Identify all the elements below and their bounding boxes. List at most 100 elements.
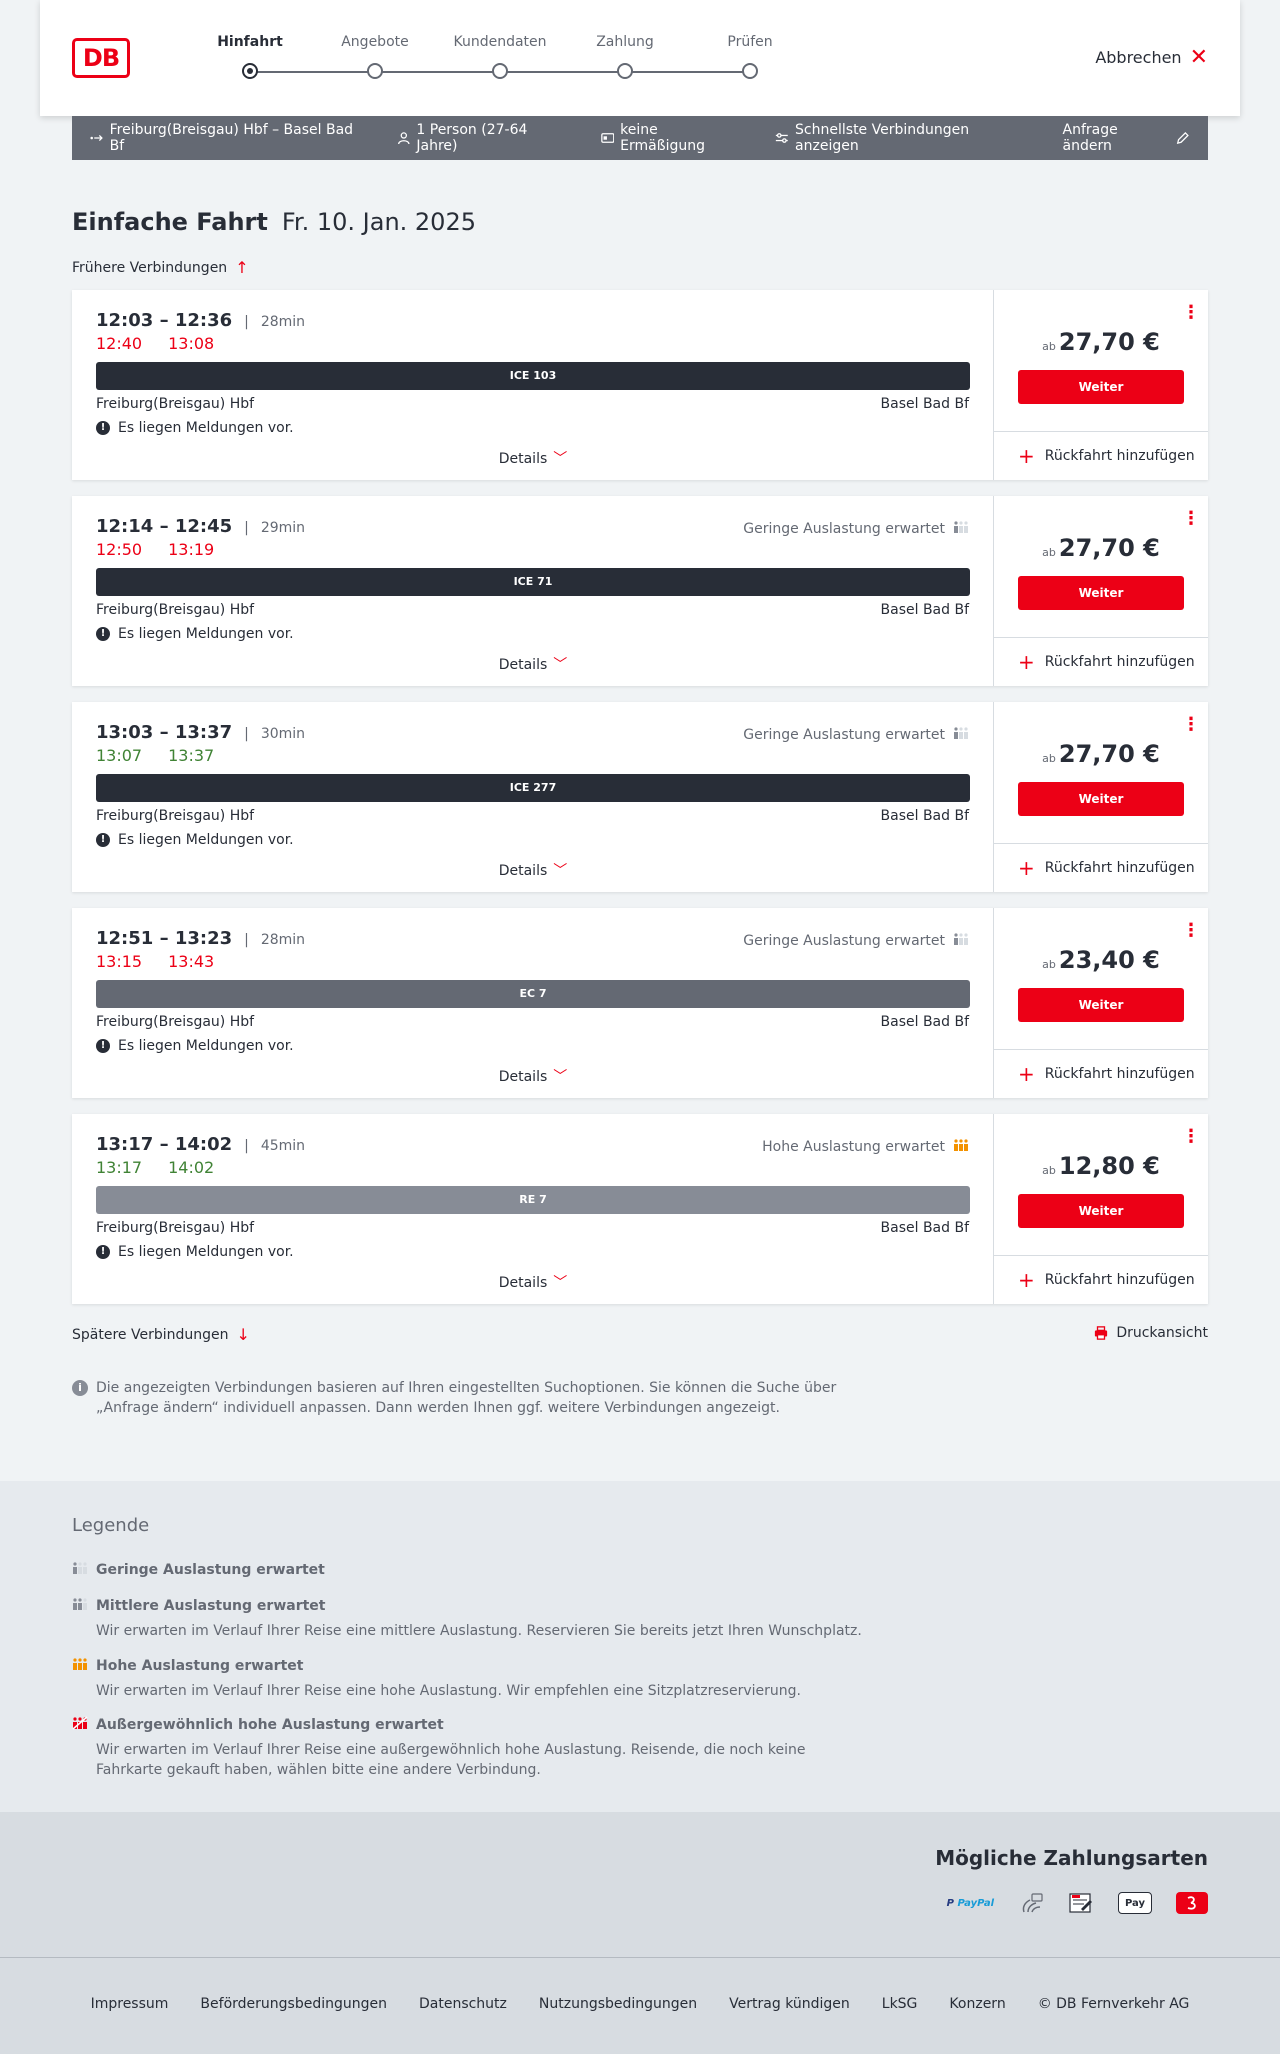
footer-link[interactable]: Beförderungsbedingungen <box>200 1996 387 2012</box>
footer-links: Impressum Beförderungsbedingungen Datensch… <box>0 1996 1280 2012</box>
info-note: i Die angezeigten Verbindungen basieren … <box>72 1378 852 1418</box>
close-icon: ✕ <box>1189 44 1208 70</box>
separator: | <box>244 314 249 330</box>
legend-item-low: Geringe Auslastung erwartet <box>72 1561 872 1579</box>
origin-station: Freiburg(Breisgau) Hbf <box>96 1220 255 1236</box>
apple-pay-icon: Pay <box>1118 1892 1152 1914</box>
notice: ! Es liegen Meldungen vor. <box>96 1038 294 1054</box>
realtime-departure: 12:40 <box>96 334 143 353</box>
person-icon <box>397 132 410 145</box>
price-panel: ⋮ ab 23,40 € Weiter + Rückfahrt hinzufügen <box>994 908 1208 1098</box>
connection-details[interactable]: 13:03 – 13:37 | 30min 13:07 13:37 Geringe Aus… <box>72 702 994 892</box>
footer-link: © DB Fernverkehr AG <box>1037 1996 1190 2012</box>
realtime-times: 12:50 13:19 <box>96 540 214 559</box>
chevron-down-icon: ﹀ <box>553 451 568 467</box>
credit-card-icon <box>1018 1892 1044 1914</box>
more-options-icon[interactable]: ⋮ <box>1182 1128 1200 1146</box>
add-return-button[interactable]: + Rückfahrt hinzufügen <box>994 431 1208 480</box>
continue-button[interactable]: Weiter <box>1018 370 1184 404</box>
low-load-icon <box>72 1561 88 1579</box>
legend-section: Legende Geringe Auslastung erwartet Mitt… <box>0 1481 1280 1812</box>
continue-button[interactable]: Weiter <box>1018 1194 1184 1228</box>
duration: 45min <box>260 1138 306 1154</box>
chevron-down-icon: ﹀ <box>553 1275 568 1291</box>
legend-item-medium: Mittlere Auslastung erwartet Wir erwarte… <box>72 1597 872 1641</box>
price-panel: ⋮ ab 27,70 € Weiter + Rückfahrt hinzufügen <box>994 290 1208 480</box>
plus-icon: + <box>1018 1062 1035 1086</box>
continue-button[interactable]: Weiter <box>1018 988 1184 1022</box>
legend-item-high: Hohe Auslastung erwartet Wir erwarten im… <box>72 1657 872 1701</box>
details-toggle[interactable]: Details ﹀ <box>72 1066 994 1086</box>
connection-card: 13:17 – 14:02 | 45min 13:17 14:02 Hohe Auslas… <box>72 1114 1208 1304</box>
connection-details[interactable]: 12:51 – 13:23 | 28min 13:15 13:43 Geringe Aus… <box>72 908 994 1098</box>
continue-button[interactable]: Weiter <box>1018 576 1184 610</box>
realtime-arrival: 13:37 <box>168 746 215 765</box>
realtime-departure: 12:50 <box>96 540 143 559</box>
realtime-times: 13:07 13:37 <box>96 746 214 765</box>
price: ab 27,70 € <box>1042 740 1160 768</box>
alert-icon: ! <box>96 1245 110 1259</box>
add-return-button[interactable]: + Rückfahrt hinzufügen <box>994 1049 1208 1098</box>
duration: 28min <box>260 932 306 948</box>
details-toggle[interactable]: Details ﹀ <box>72 654 994 674</box>
connection-details[interactable]: 12:14 – 12:45 | 29min 12:50 13:19 Geringe Aus… <box>72 496 994 686</box>
realtime-departure: 13:07 <box>96 746 143 765</box>
step-zahlung: Zahlung <box>570 34 680 79</box>
connection-details[interactable]: 12:03 – 12:36 | 28min 12:40 13:08 ICE 103 Frei… <box>72 290 994 480</box>
footer-link[interactable]: Konzern <box>949 1996 1005 2012</box>
add-return-button[interactable]: + Rückfahrt hinzufügen <box>994 1255 1208 1304</box>
step-dot <box>367 63 383 79</box>
train-bar: ICE 71 <box>96 568 970 596</box>
filter-icon <box>776 133 789 143</box>
destination-station: Basel Bad Bf <box>880 1014 969 1030</box>
more-options-icon[interactable]: ⋮ <box>1182 716 1200 734</box>
add-return-button[interactable]: + Rückfahrt hinzufügen <box>994 637 1208 686</box>
separator: | <box>244 1138 249 1154</box>
step-dot <box>492 63 508 79</box>
realtime-times: 12:40 13:08 <box>96 334 214 353</box>
realtime-arrival: 13:19 <box>168 540 215 559</box>
more-options-icon[interactable]: ⋮ <box>1182 304 1200 322</box>
step-kundendaten: Kundendaten <box>445 34 555 79</box>
earlier-connections-link[interactable]: Frühere Verbindungen ↑ <box>72 258 249 277</box>
realtime-departure: 13:15 <box>96 952 143 971</box>
page-title: Einfache Fahrt Fr. 10. Jan. 2025 <box>72 208 476 236</box>
notice: ! Es liegen Meldungen vor. <box>96 832 294 848</box>
printer-icon <box>1095 1326 1108 1340</box>
payment-title: Mögliche Zahlungsarten <box>935 1846 1208 1870</box>
details-toggle[interactable]: Details ﹀ <box>72 1272 994 1292</box>
connection-details[interactable]: 13:17 – 14:02 | 45min 13:17 14:02 Hohe Auslas… <box>72 1114 994 1304</box>
more-options-icon[interactable]: ⋮ <box>1182 922 1200 940</box>
load-indicator: Geringe Auslastung erwartet <box>743 520 969 538</box>
step-pruefen: Prüfen <box>695 34 805 79</box>
add-return-button[interactable]: + Rückfahrt hinzufügen <box>994 843 1208 892</box>
details-toggle[interactable]: Details ﹀ <box>72 860 994 880</box>
footer-link[interactable]: Vertrag kündigen <box>729 1996 850 2012</box>
cancel-button[interactable]: Abbrechen ✕ <box>1095 44 1208 70</box>
continue-button[interactable]: Weiter <box>1018 782 1184 816</box>
footer-link[interactable]: LkSG <box>882 1996 918 2012</box>
db-logo[interactable]: DB <box>72 38 130 78</box>
footer-link[interactable]: Datenschutz <box>419 1996 507 2012</box>
high-load-icon <box>953 1138 969 1156</box>
low-load-icon <box>953 726 969 744</box>
details-toggle[interactable]: Details ﹀ <box>72 448 994 468</box>
footer-link[interactable]: Nutzungsbedingungen <box>539 1996 697 2012</box>
scheduled-times: 13:17 – 14:02 <box>96 1134 233 1155</box>
price: ab 12,80 € <box>1042 1152 1160 1180</box>
footer-link[interactable]: Impressum <box>91 1996 169 2012</box>
plus-icon: + <box>1018 650 1035 674</box>
persons-summary: 1 Person (27-64 Jahre) <box>397 122 569 154</box>
pencil-icon <box>1177 132 1190 144</box>
route-summary: Freiburg(Breisgau) Hbf – Basel Bad Bf <box>90 122 365 154</box>
price: ab 23,40 € <box>1042 946 1160 974</box>
legend-title: Legende <box>72 1515 150 1536</box>
print-view-link[interactable]: Druckansicht <box>1094 1325 1208 1341</box>
edit-request-button[interactable]: Anfrage ändern <box>1063 122 1190 154</box>
schedule-times: 12:51 – 13:23 | 28min <box>96 928 305 949</box>
more-options-icon[interactable]: ⋮ <box>1182 510 1200 528</box>
later-connections-link[interactable]: Spätere Verbindungen ↓ <box>72 1325 250 1344</box>
step-dot <box>742 63 758 79</box>
payment-methods-section: Mögliche Zahlungsarten P PayPal Pay <box>0 1812 1280 1957</box>
schedule-times: 12:03 – 12:36 | 28min <box>96 310 305 331</box>
